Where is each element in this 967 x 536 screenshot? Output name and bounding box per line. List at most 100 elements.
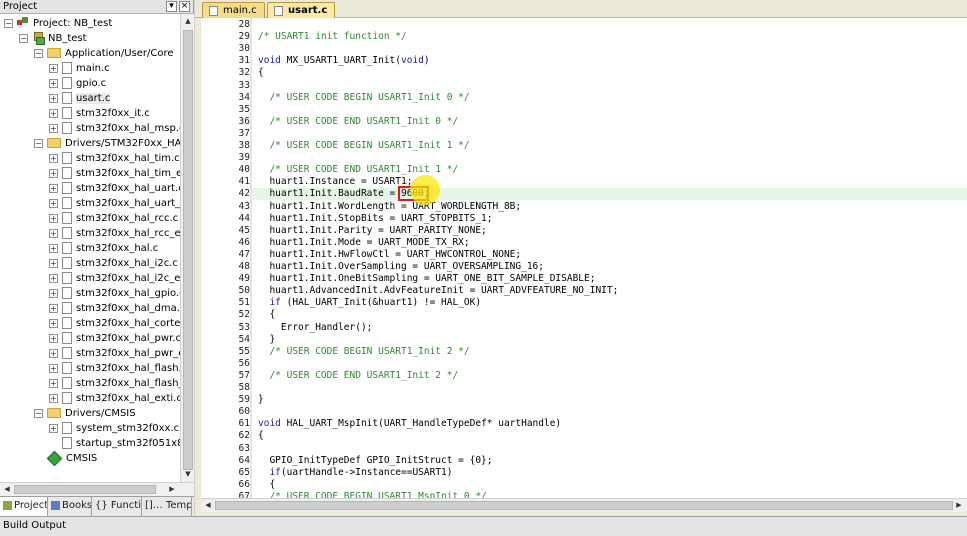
code-line[interactable]: void MX_USART1_UART_Init(void): [258, 55, 430, 67]
scrollbar-thumb[interactable]: [215, 501, 953, 510]
tree-file[interactable]: + stm32f0xx_hal.c: [49, 241, 158, 256]
scroll-left-arrow-icon[interactable]: ◀: [202, 499, 214, 512]
code-line[interactable]: {: [258, 67, 264, 79]
expand-icon[interactable]: +: [49, 333, 58, 343]
code-line[interactable]: huart1.Init.WordLength = UART_WORDLENGTH…: [258, 201, 521, 213]
expand-icon[interactable]: +: [49, 123, 58, 133]
tree-file[interactable]: + stm32f0xx_hal_i2c.c: [49, 256, 178, 271]
code-line[interactable]: if(uartHandle->Instance==USART1): [258, 467, 452, 479]
code-comment-line[interactable]: /* USER CODE BEGIN USART1_MspInit 0 */: [258, 491, 486, 498]
tree-file[interactable]: + stm32f0xx_hal_dma.c: [49, 301, 180, 316]
tree-file[interactable]: + stm32f0xx_hal_rcc.c: [49, 211, 178, 226]
tree-file[interactable]: + stm32f0xx_hal_pwr_ex.c: [49, 346, 180, 361]
expand-icon[interactable]: +: [49, 78, 58, 88]
code-line[interactable]: huart1.Init.OverSampling = UART_OVERSAMP…: [258, 261, 544, 273]
tree-file[interactable]: + stm32f0xx_hal_rcc_ex.c: [49, 226, 180, 241]
code-line[interactable]: }: [258, 334, 275, 346]
code-comment-line[interactable]: /* USER CODE END USART1_Init 0 */: [258, 116, 458, 128]
tree-file[interactable]: startup_stm32f051x8.s: [49, 436, 180, 451]
expand-icon[interactable]: +: [49, 108, 58, 118]
expand-icon[interactable]: +: [49, 153, 58, 163]
code-comment-line[interactable]: /* USER CODE BEGIN USART1_Init 0 */: [258, 92, 469, 104]
tree-file[interactable]: + stm32f0xx_hal_tim_ex.c: [49, 166, 180, 181]
expand-icon[interactable]: +: [49, 183, 58, 193]
code-area[interactable]: /* USART1 init function */ void MX_USART1…: [252, 18, 967, 498]
tree-file[interactable]: + stm32f0xx_hal_uart_ex.c: [49, 196, 180, 211]
editor-tab[interactable]: main.c: [202, 2, 265, 18]
collapse-icon[interactable]: −: [34, 48, 43, 58]
tree-file[interactable]: + stm32f0xx_hal_flash.c: [49, 361, 180, 376]
scrollbar-thumb[interactable]: [183, 30, 193, 470]
scroll-down-arrow-icon[interactable]: ▼: [182, 468, 194, 480]
editor-tab[interactable]: usart.c: [267, 2, 336, 18]
expand-icon[interactable]: +: [49, 213, 58, 223]
tree-file[interactable]: + usart.c: [49, 91, 111, 106]
code-line[interactable]: huart1.Instance = USART1;: [258, 176, 412, 188]
collapse-icon[interactable]: −: [34, 138, 43, 148]
code-comment-line[interactable]: /* USER CODE BEGIN USART1_Init 1 */: [258, 140, 469, 152]
close-icon[interactable]: ×: [179, 1, 190, 12]
code-line[interactable]: huart1.Init.Parity = UART_PARITY_NONE;: [258, 225, 486, 237]
expand-icon[interactable]: +: [49, 228, 58, 238]
expand-icon[interactable]: +: [49, 243, 58, 253]
panel-tab-books[interactable]: Books: [48, 497, 92, 516]
code-line[interactable]: {: [258, 309, 275, 321]
panel-tab-project-tab[interactable]: Project: [0, 497, 48, 516]
expand-icon[interactable]: +: [49, 288, 58, 298]
expand-icon[interactable]: +: [49, 393, 58, 403]
tree-folder[interactable]: − Application/User/Core: [34, 46, 174, 61]
code-line[interactable]: huart1.AdvancedInit.AdvFeatureInit = UAR…: [258, 285, 618, 297]
expand-icon[interactable]: +: [49, 378, 58, 388]
scroll-left-arrow-icon[interactable]: ◀: [1, 483, 13, 496]
tree-node[interactable]: − NB_test: [19, 31, 87, 46]
editor-horizontal-scrollbar[interactable]: ◀ ▶: [201, 498, 967, 512]
code-line[interactable]: {: [258, 430, 264, 442]
tree-file[interactable]: + system_stm32f0xx.c: [49, 421, 179, 436]
expand-icon[interactable]: +: [49, 93, 58, 103]
pin-icon[interactable]: ▾: [166, 1, 177, 12]
expand-icon[interactable]: +: [49, 423, 58, 433]
expand-icon[interactable]: +: [49, 168, 58, 178]
expand-icon[interactable]: +: [49, 303, 58, 313]
expand-icon[interactable]: +: [49, 318, 58, 328]
code-comment-line[interactable]: /* USART1 init function */: [258, 31, 407, 43]
code-comment-line[interactable]: /* USER CODE BEGIN USART1_Init 2 */: [258, 346, 469, 358]
code-line[interactable]: huart1.Init.HwFlowCtl = UART_HWCONTROL_N…: [258, 249, 521, 261]
code-line[interactable]: huart1.Init.OneBitSampling = UART_ONE_BI…: [258, 273, 595, 285]
tree-file[interactable]: + stm32f0xx_hal_msp.c: [49, 121, 180, 136]
code-line[interactable]: GPIO_InitTypeDef GPIO_InitStruct = {0};: [258, 455, 492, 467]
code-line[interactable]: }: [258, 394, 264, 406]
expand-icon[interactable]: +: [49, 273, 58, 283]
tree-node[interactable]: − Project: NB_test: [4, 16, 112, 31]
scroll-up-arrow-icon[interactable]: ▲: [182, 15, 194, 27]
tree-file[interactable]: + stm32f0xx_hal_gpio.c: [49, 286, 180, 301]
tree-node[interactable]: CMSIS: [34, 450, 97, 466]
expand-icon[interactable]: +: [49, 363, 58, 373]
code-line[interactable]: huart1.Init.StopBits = UART_STOPBITS_1;: [258, 213, 492, 225]
tree-file[interactable]: + stm32f0xx_hal_cortex.c: [49, 316, 180, 331]
tree-file[interactable]: + stm32f0xx_hal_pwr.c: [49, 331, 180, 346]
project-tree-horizontal-scrollbar[interactable]: ◀ ▶: [0, 482, 194, 496]
panel-tab-functions[interactable]: {} Functi...: [92, 497, 142, 516]
tree-file[interactable]: + stm32f0xx_hal_i2c_ex.c: [49, 271, 180, 286]
expand-icon[interactable]: +: [49, 258, 58, 268]
scrollbar-thumb[interactable]: [14, 485, 156, 494]
expand-icon[interactable]: +: [49, 63, 58, 73]
tree-file[interactable]: + stm32f0xx_hal_exti.c: [49, 391, 180, 406]
expand-icon[interactable]: +: [49, 348, 58, 358]
code-line[interactable]: void HAL_UART_MspInit(UART_HandleTypeDef…: [258, 418, 561, 430]
code-comment-line[interactable]: /* USER CODE END USART1_Init 1 */: [258, 164, 458, 176]
code-comment-line[interactable]: /* USER CODE END USART1_Init 2 */: [258, 370, 458, 382]
tree-file[interactable]: + main.c: [49, 61, 110, 76]
tree-file[interactable]: + stm32f0xx_hal_uart.c: [49, 181, 180, 196]
collapse-icon[interactable]: −: [34, 408, 43, 418]
panel-tab-templates[interactable]: []… Templ...: [142, 497, 192, 516]
code-line[interactable]: if (HAL_UART_Init(&huart1) != HAL_OK): [258, 297, 481, 309]
code-line[interactable]: huart1.Init.Mode = UART_MODE_TX_RX;: [258, 237, 469, 249]
tree-file[interactable]: + stm32f0xx_hal_tim.c: [49, 151, 180, 166]
code-line[interactable]: Error_Handler();: [258, 322, 373, 334]
tree-file[interactable]: + stm32f0xx_it.c: [49, 106, 150, 121]
expand-icon[interactable]: +: [49, 198, 58, 208]
tree-folder[interactable]: − Drivers/STM32F0xx_HAL_Driv: [34, 136, 180, 151]
scroll-right-arrow-icon[interactable]: ▶: [166, 483, 178, 496]
